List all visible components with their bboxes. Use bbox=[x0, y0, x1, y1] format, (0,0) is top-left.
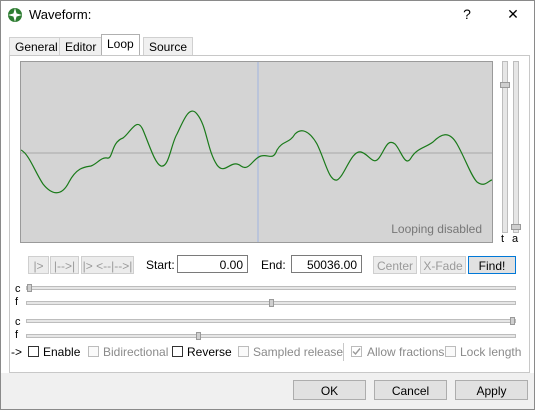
allow-fractions-label: Allow fractions bbox=[367, 345, 445, 359]
start-fine-label: f bbox=[15, 296, 19, 308]
start-fine-thumb[interactable] bbox=[268, 299, 274, 307]
bidirectional-label: Bidirectional bbox=[103, 345, 169, 359]
check-icon bbox=[352, 348, 361, 356]
cancel-button[interactable]: Cancel bbox=[374, 380, 447, 400]
a-label: a bbox=[512, 233, 519, 245]
waveform-curve bbox=[21, 110, 492, 194]
app-icon bbox=[8, 8, 22, 22]
play-loop-button[interactable]: |> bbox=[28, 256, 49, 274]
slider-thumb-a[interactable] bbox=[511, 224, 521, 230]
xfade-button[interactable]: X-Fade bbox=[420, 256, 466, 274]
end-coarse-thumb[interactable] bbox=[510, 317, 515, 325]
tab-source[interactable]: Source bbox=[143, 37, 194, 56]
vertical-slider-a[interactable] bbox=[511, 61, 521, 233]
center-button[interactable]: Center bbox=[373, 256, 417, 274]
start-coarse-slider[interactable] bbox=[26, 284, 516, 292]
start-coarse-label: c bbox=[15, 283, 21, 295]
start-coarse-thumb[interactable] bbox=[27, 284, 32, 292]
end-fine-thumb[interactable] bbox=[196, 332, 202, 340]
lock-length-checkbox[interactable] bbox=[445, 346, 456, 357]
help-button[interactable]: ? bbox=[450, 3, 484, 25]
t-label: t bbox=[501, 233, 505, 245]
start-input[interactable]: 0.00 bbox=[177, 255, 248, 273]
find-button[interactable]: Find! bbox=[468, 256, 516, 274]
title-bar: Waveform: ? ✕ bbox=[1, 1, 534, 29]
tab-editor[interactable]: Editor bbox=[59, 37, 103, 56]
window-title: Waveform: bbox=[29, 7, 92, 22]
play-xfade-button[interactable]: |> <--|-->| bbox=[81, 256, 134, 274]
sampled-release-checkbox[interactable] bbox=[238, 346, 249, 357]
close-icon[interactable]: ✕ bbox=[496, 3, 530, 25]
loop-button[interactable]: |-->| bbox=[50, 256, 79, 274]
end-label: End: bbox=[261, 258, 286, 272]
end-fine-slider[interactable] bbox=[26, 332, 516, 340]
tab-loop[interactable]: Loop bbox=[101, 34, 140, 56]
reverse-checkbox[interactable] bbox=[172, 346, 183, 357]
ok-button[interactable]: OK bbox=[293, 380, 366, 400]
apply-button[interactable]: Apply bbox=[455, 380, 528, 400]
options-separator bbox=[343, 343, 344, 361]
start-label: Start: bbox=[146, 258, 175, 272]
reverse-label: Reverse bbox=[187, 345, 232, 359]
start-fine-slider[interactable] bbox=[26, 299, 516, 307]
allow-fractions-checkbox[interactable] bbox=[351, 346, 362, 357]
vertical-slider-t[interactable] bbox=[500, 61, 510, 233]
looping-status: Looping disabled bbox=[391, 222, 482, 236]
enable-label: Enable bbox=[43, 345, 81, 359]
bidirectional-checkbox[interactable] bbox=[88, 346, 99, 357]
waveform-display[interactable]: Looping disabled bbox=[20, 61, 493, 243]
arrow-indicator: -> bbox=[11, 345, 23, 359]
tab-general[interactable]: General bbox=[9, 37, 64, 56]
end-input[interactable]: 50036.00 bbox=[291, 255, 362, 273]
end-coarse-slider[interactable] bbox=[26, 317, 516, 325]
end-fine-label: f bbox=[15, 329, 19, 341]
waveform-dialog: Waveform: ? ✕ General Editor Loop Source… bbox=[0, 0, 535, 410]
sampled-release-label: Sampled release bbox=[253, 345, 344, 359]
lock-length-label: Lock length bbox=[460, 345, 522, 359]
waveform-plot bbox=[21, 62, 492, 242]
end-coarse-label: c bbox=[15, 316, 21, 328]
enable-checkbox[interactable] bbox=[28, 346, 39, 357]
slider-thumb-t[interactable] bbox=[500, 82, 510, 88]
